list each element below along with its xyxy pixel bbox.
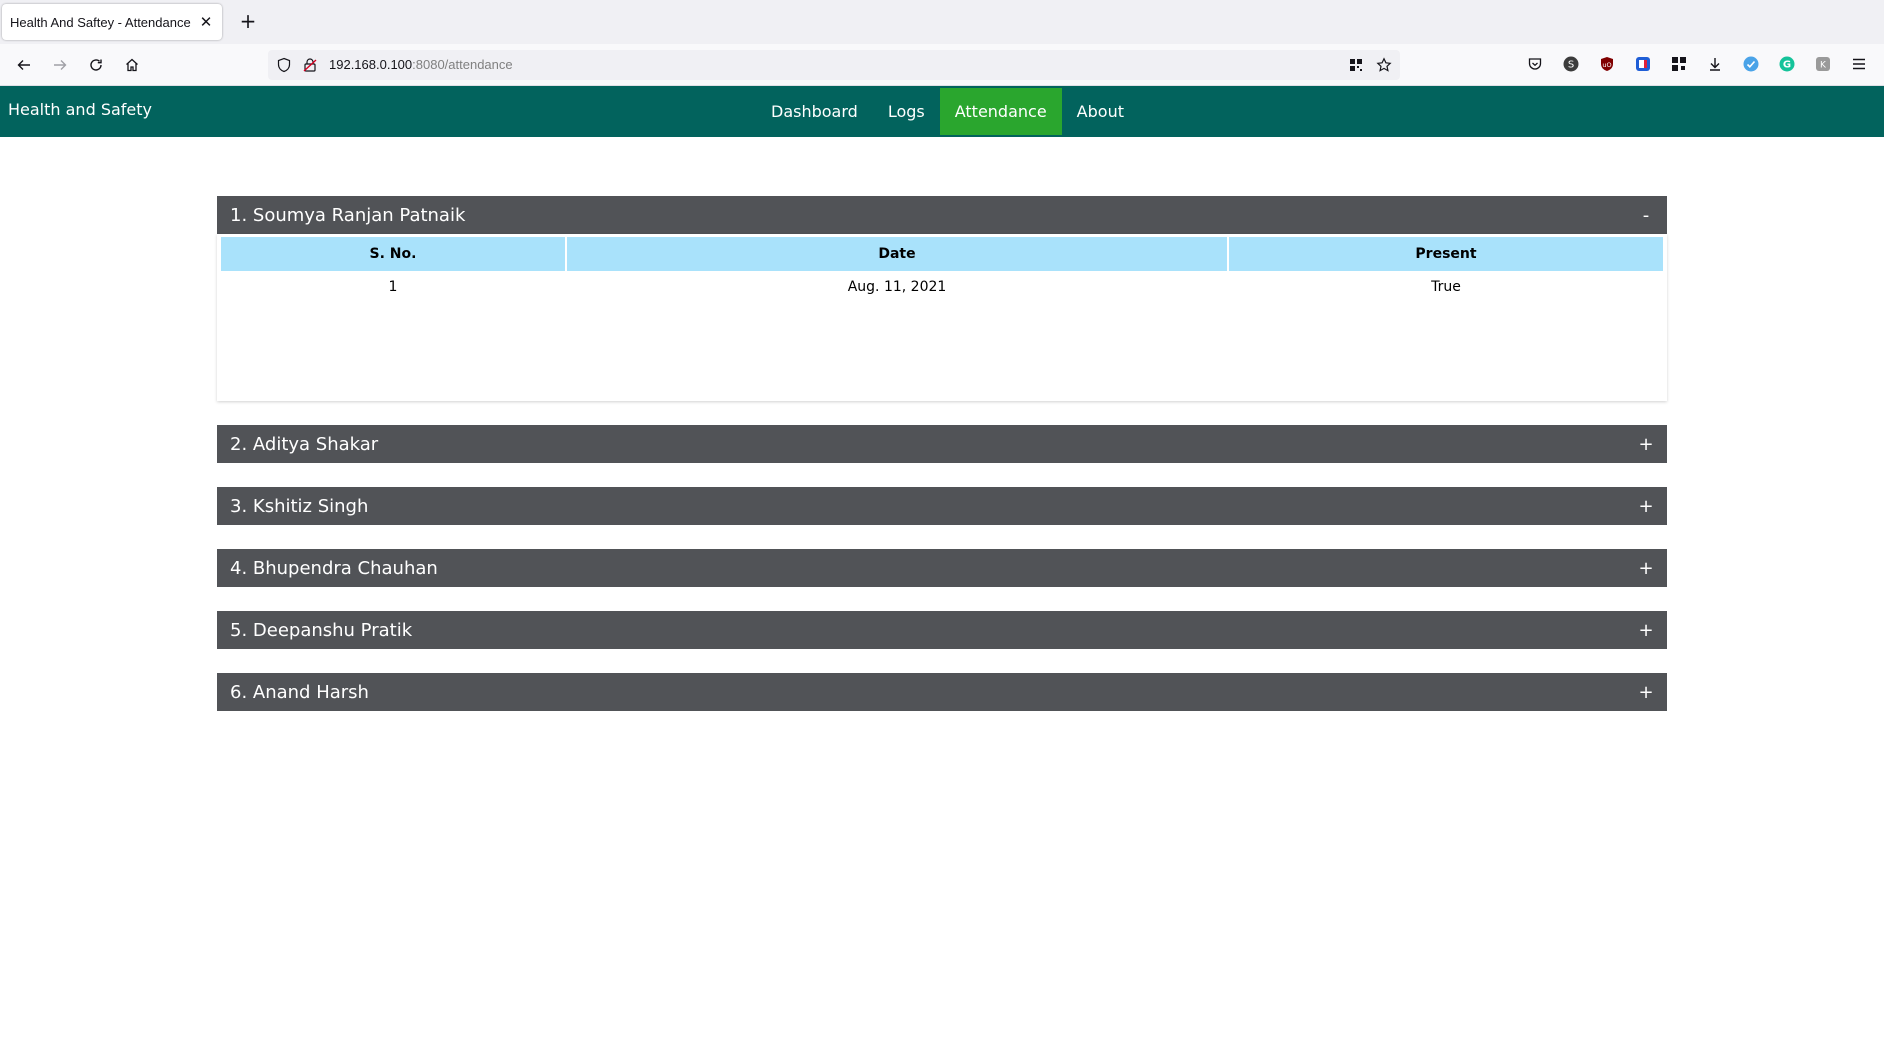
- svg-text:G: G: [1783, 60, 1791, 71]
- nav-item-logs[interactable]: Logs: [873, 86, 940, 137]
- insecure-lock-icon[interactable]: [302, 57, 318, 73]
- browser-tab[interactable]: Health And Saftey - Attendance ✕: [2, 4, 222, 40]
- blue-check-extension-icon[interactable]: [1742, 55, 1760, 73]
- table-header-row: S. No. Date Present: [221, 237, 1663, 271]
- bookmark-star-icon[interactable]: [1376, 57, 1392, 73]
- accordion-header-person-5[interactable]: 5. Deepanshu Pratik +: [217, 611, 1667, 649]
- person-name: 3. Kshitiz Singh: [230, 495, 369, 517]
- back-arrow-icon[interactable]: [10, 51, 38, 79]
- expand-plus-icon[interactable]: +: [1638, 434, 1654, 455]
- download-icon[interactable]: [1706, 55, 1724, 73]
- grammarly-icon[interactable]: G: [1778, 55, 1796, 73]
- expand-plus-icon[interactable]: +: [1638, 558, 1654, 579]
- attendance-accordion: 1. Soumya Ranjan Patnaik - S. No. Date P…: [217, 196, 1667, 711]
- hamburger-menu-icon[interactable]: [1850, 55, 1868, 73]
- person-name: 2. Aditya Shakar: [230, 433, 379, 455]
- nav-item-dashboard[interactable]: Dashboard: [756, 86, 873, 137]
- cell-present: True: [1431, 279, 1461, 295]
- gray-extension-icon[interactable]: K: [1814, 55, 1832, 73]
- reload-icon[interactable]: [82, 51, 110, 79]
- url-text[interactable]: 192.168.0.100:8080/attendance: [329, 57, 513, 72]
- pocket-icon[interactable]: [1526, 55, 1544, 73]
- person-name: 4. Bhupendra Chauhan: [230, 557, 438, 579]
- person-name: 1. Soumya Ranjan Patnaik: [230, 204, 466, 226]
- accordion-header-person-4[interactable]: 4. Bhupendra Chauhan +: [217, 549, 1667, 587]
- table-row: 1 Aug. 11, 2021 True: [221, 273, 1663, 301]
- expand-plus-icon[interactable]: +: [1638, 496, 1654, 517]
- expand-plus-icon[interactable]: +: [1638, 620, 1654, 641]
- column-header-date: Date: [567, 237, 1227, 271]
- tab-title: Health And Saftey - Attendance: [10, 14, 191, 30]
- close-icon[interactable]: ✕: [198, 14, 214, 30]
- multi-account-icon[interactable]: [1634, 55, 1652, 73]
- browser-tab-strip: Health And Saftey - Attendance ✕ +: [0, 0, 1884, 44]
- expand-plus-icon[interactable]: +: [1638, 682, 1654, 703]
- home-icon[interactable]: [118, 51, 146, 79]
- app-navbar: Health and Safety Dashboard Logs Attenda…: [0, 86, 1884, 137]
- attendance-table: S. No. Date Present 1 Aug. 11, 2021 True: [219, 235, 1665, 303]
- new-tab-plus-icon[interactable]: +: [236, 10, 260, 34]
- column-header-present: Present: [1229, 237, 1663, 271]
- url-bar[interactable]: 192.168.0.100:8080/attendance: [268, 50, 1400, 80]
- nav-item-about[interactable]: About: [1062, 86, 1139, 137]
- accordion-header-person-3[interactable]: 3. Kshitiz Singh +: [217, 487, 1667, 525]
- accordion-header-person-1[interactable]: 1. Soumya Ranjan Patnaik -: [217, 196, 1667, 234]
- nav-item-attendance[interactable]: Attendance: [939, 88, 1062, 135]
- nav-menu: Dashboard Logs Attendance About: [756, 86, 1139, 137]
- accordion-header-person-2[interactable]: 2. Aditya Shakar +: [217, 425, 1667, 463]
- svg-text:S: S: [1568, 60, 1574, 71]
- person-name: 6. Anand Harsh: [230, 681, 369, 703]
- accordion-panel-person-1: S. No. Date Present 1 Aug. 11, 2021 True: [217, 234, 1667, 401]
- svg-text:uO: uO: [1602, 61, 1611, 69]
- collapse-minus-icon[interactable]: -: [1638, 205, 1654, 226]
- ublock-origin-icon[interactable]: uO: [1598, 55, 1616, 73]
- column-header-sno: S. No.: [221, 237, 565, 271]
- brand-title[interactable]: Health and Safety: [8, 100, 152, 119]
- grid-extension-icon[interactable]: [1670, 55, 1688, 73]
- s-extension-icon[interactable]: S: [1562, 55, 1580, 73]
- cell-sno: 1: [388, 279, 398, 295]
- cell-date: Aug. 11, 2021: [847, 279, 947, 295]
- person-name: 5. Deepanshu Pratik: [230, 619, 413, 641]
- browser-toolbar: 192.168.0.100:8080/attendance S uO G K: [0, 44, 1884, 86]
- qr-code-icon[interactable]: [1348, 57, 1364, 73]
- forward-arrow-icon[interactable]: [46, 51, 74, 79]
- accordion-header-person-6[interactable]: 6. Anand Harsh +: [217, 673, 1667, 711]
- tracking-shield-icon[interactable]: [276, 57, 292, 73]
